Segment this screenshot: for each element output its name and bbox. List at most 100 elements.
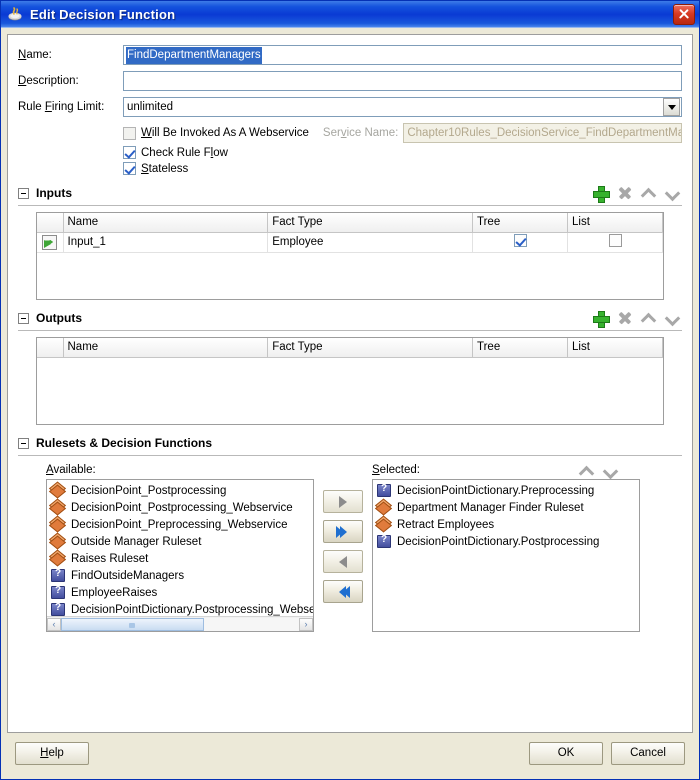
outputs-table-wrapper: Name Fact Type Tree List [36,337,664,425]
table-row[interactable]: Input_1 Employee [37,232,663,253]
available-horizontal-scrollbar[interactable]: ‹ › [47,616,313,631]
inputs-delete-icon[interactable] [617,186,632,201]
list-item[interactable]: Department Manager Finder Ruleset [373,499,639,516]
cancel-button[interactable]: Cancel [611,741,685,765]
available-column: Available: DecisionPoint_Postprocessing … [46,464,314,632]
stateless-checkbox[interactable] [123,162,136,175]
list-item-label: DecisionPoint_Preprocessing_Webservice [71,518,288,531]
inputs-move-up-icon[interactable] [641,186,656,201]
list-item[interactable]: Outside Manager Ruleset [47,533,313,550]
list-item[interactable]: DecisionPoint_Postprocessing_Webservice [47,499,313,516]
list-item-label: Retract Employees [397,518,495,531]
list-item[interactable]: DecisionPoint_Postprocessing [47,482,313,499]
outputs-section-title: Outputs [36,311,82,325]
available-listbox[interactable]: DecisionPoint_Postprocessing DecisionPoi… [46,479,314,632]
rulesets-section-header: Rulesets & Decision Functions [18,434,682,452]
inputs-table-header-row: Name Fact Type Tree List [37,213,663,233]
input-row-tree-checkbox[interactable] [513,234,527,247]
inputs-move-down-icon[interactable] [665,186,680,201]
move-left-button[interactable] [323,550,363,573]
scrollbar-thumb[interactable] [61,617,204,631]
selected-listbox[interactable]: DecisionPointDictionary.Preprocessing De… [372,479,640,632]
description-input[interactable] [123,71,682,91]
outputs-delete-icon[interactable] [617,311,632,326]
chevron-down-icon[interactable] [663,98,680,116]
list-item[interactable]: Retract Employees [373,516,639,533]
outputs-section-divider [18,330,682,331]
rulesets-section-title: Rulesets & Decision Functions [36,436,213,450]
inputs-toolbar [593,185,682,203]
close-icon[interactable] [673,3,695,25]
service-name-label: Service Name: [322,127,399,139]
outputs-move-up-icon[interactable] [641,311,656,326]
selected-move-down-icon[interactable] [603,464,618,479]
inputs-col-list: List [567,213,663,233]
main-panel: Name: FindDepartmentManagers Description… [7,34,693,733]
inputs-add-icon[interactable] [593,185,610,203]
selected-move-up-icon[interactable] [579,464,594,479]
ruleset-icon [377,518,391,531]
rule-firing-limit-select[interactable]: unlimited [123,97,682,117]
outputs-table: Name Fact Type Tree List [37,338,663,358]
outputs-col-tree: Tree [472,338,568,358]
outputs-collapse-toggle[interactable] [18,312,29,324]
list-item-label: Outside Manager Ruleset [71,535,202,548]
move-all-right-button[interactable] [323,520,363,543]
input-row-list-checkbox[interactable] [608,234,622,247]
stateless-label: Stateless [141,162,189,175]
inputs-col-name: Name [63,213,269,233]
webservice-checkbox[interactable] [123,126,136,140]
input-row-tree-cell [472,232,568,253]
decision-function-icon [51,568,65,582]
outputs-toolbar [593,310,682,328]
inputs-col-icon [37,213,64,233]
edit-decision-function-dialog: Edit Decision Function Name: FindDepartm… [0,0,700,780]
name-label: Name: [18,49,52,61]
ruleset-icon [51,535,65,548]
scroll-left-icon[interactable]: ‹ [47,617,61,631]
list-item[interactable]: EmployeeRaises [47,584,313,601]
rule-firing-limit-value: unlimited [127,101,174,113]
double-chevron-right-icon [336,525,347,538]
rule-firing-limit-label: Rule Firing Limit: [18,101,105,113]
list-item[interactable]: DecisionPointDictionary.Postprocessing [373,533,639,550]
dialog-client-area: Name: FindDepartmentManagers Description… [1,27,699,779]
list-item-label: DecisionPoint_Postprocessing_Webservice [71,501,293,514]
input-arrow-icon [42,234,58,250]
check-rule-flow-checkbox[interactable] [123,146,136,159]
scroll-right-icon[interactable]: › [299,617,313,631]
name-input[interactable]: FindDepartmentManagers [123,45,682,65]
outputs-col-fact-type: Fact Type [267,338,473,358]
ok-button[interactable]: OK [529,741,603,765]
scrollbar-track[interactable] [61,617,299,631]
outputs-section: Outputs Name Fact Type Tree List [18,309,682,425]
inputs-section-divider [18,205,682,206]
outputs-col-name: Name [63,338,269,358]
inputs-collapse-toggle[interactable] [18,187,29,199]
rulesets-collapse-toggle[interactable] [18,437,29,449]
outputs-move-down-icon[interactable] [665,311,680,326]
outputs-add-icon[interactable] [593,310,610,328]
list-item[interactable]: DecisionPointDictionary.Preprocessing [373,482,639,499]
move-right-button[interactable] [323,490,363,513]
inputs-col-tree: Tree [472,213,568,233]
help-button[interactable]: Help [15,741,89,765]
decision-function-icon [377,483,391,497]
description-label: Description: [18,75,79,87]
dual-list-container: Available: DecisionPoint_Postprocessing … [46,464,664,632]
list-item-label: EmployeeRaises [71,586,158,599]
input-row-fact-type: Employee [267,232,473,253]
inputs-section-header: Inputs [18,184,682,203]
move-all-left-button[interactable] [323,580,363,603]
list-item[interactable]: FindOutsideManagers [47,567,313,584]
outputs-table-header-row: Name Fact Type Tree List [37,338,663,358]
list-item-label: DecisionPointDictionary.Postprocessing [397,535,600,548]
list-item[interactable]: Raises Ruleset [47,550,313,567]
inputs-table: Name Fact Type Tree List Input_1 Employe… [37,213,663,253]
name-row: Name: FindDepartmentManagers [18,45,682,65]
input-row-icon-cell [37,232,64,253]
double-chevron-left-icon [339,585,350,598]
inputs-section-title: Inputs [36,186,72,200]
webservice-checkbox-label: Will Be Invoked As A Webservice [141,127,309,139]
list-item[interactable]: DecisionPoint_Preprocessing_Webservice [47,516,313,533]
